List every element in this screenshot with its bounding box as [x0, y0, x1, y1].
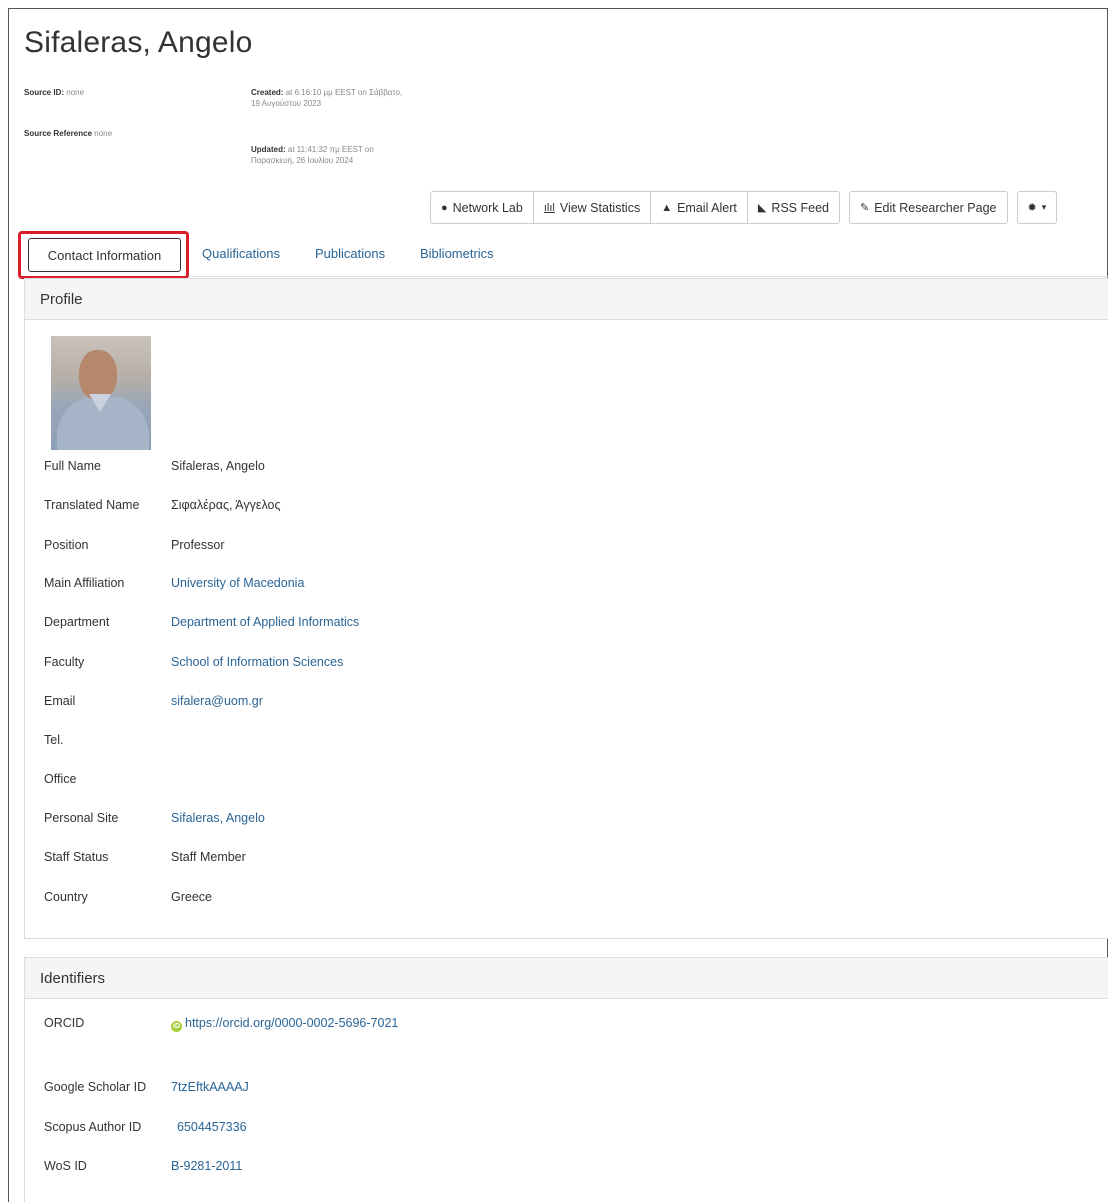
orcid-icon: iD — [171, 1021, 182, 1032]
view-statistics-button[interactable]: ılıl View Statistics — [532, 191, 652, 224]
rss-feed-label: RSS Feed — [771, 200, 829, 215]
label-scopus: Scopus Author ID — [44, 1120, 142, 1134]
value-position: Professor — [171, 538, 225, 552]
bell-icon: ▲ — [661, 201, 673, 214]
link-orcid[interactable]: iD https://orcid.org/0000-0002-5696-7021 — [171, 1016, 398, 1032]
email-alert-label: Email Alert — [677, 200, 737, 215]
source-id: Source ID: none — [24, 87, 84, 98]
link-email[interactable]: sifalera@uom.gr — [171, 694, 263, 708]
created-text: at 6:16:10 μμ EEST on Σάββατο, — [285, 88, 403, 97]
updated-label: Updated: — [251, 145, 286, 154]
label-country: Country — [44, 890, 88, 904]
updated-text: at 11:41:32 πμ EEST on — [287, 145, 374, 154]
identifiers-panel: Identifiers ORCID iD https://orcid.org/00… — [24, 957, 1108, 1202]
value-country: Greece — [171, 890, 212, 904]
profile-photo — [51, 336, 151, 450]
profile-heading: Profile — [25, 279, 1108, 320]
updated-info: Updated: at 11:41:32 πμ EEST on Παρασκευ… — [251, 144, 374, 166]
link-google-scholar[interactable]: 7tzEftkAAAAJ — [171, 1080, 249, 1094]
tab-contact-information[interactable]: Contact Information — [28, 238, 181, 272]
rss-icon: ◣ — [757, 202, 767, 214]
source-id-label: Source ID: — [24, 88, 65, 97]
label-position: Position — [44, 538, 89, 552]
view-statistics-label: View Statistics — [559, 200, 641, 215]
updated-date: Παρασκευή, 26 Ιουλίου 2024 — [251, 156, 354, 165]
label-faculty: Faculty — [44, 655, 85, 669]
bar-chart-icon: ılıl — [543, 201, 555, 214]
profile-panel: Profile Full Name Sifaleras, Angelo Tran… — [24, 278, 1108, 939]
orcid-url: https://orcid.org/0000-0002-5696-7021 — [185, 1016, 399, 1030]
created-label: Created: — [251, 88, 284, 97]
label-main-affiliation: Main Affiliation — [44, 576, 125, 590]
edit-icon: ✎ — [859, 202, 870, 214]
label-translated-name: Translated Name — [44, 498, 140, 512]
label-office: Office — [44, 772, 77, 786]
edit-researcher-page-label: Edit Researcher Page — [874, 200, 997, 215]
label-tel: Tel. — [44, 733, 64, 747]
value-staff-status: Staff Member — [171, 850, 246, 864]
link-main-affiliation[interactable]: University of Macedonia — [171, 576, 304, 590]
chevron-down-icon: ▾ — [1041, 202, 1047, 212]
label-email: Email — [44, 694, 76, 708]
label-orcid: ORCID — [44, 1016, 85, 1030]
label-department: Department — [44, 615, 110, 629]
gear-icon: ✹ — [1027, 202, 1037, 214]
researcher-toolbar: ● Network Lab ılıl View Statistics ▲ Ema… — [430, 191, 1058, 224]
page-title: Sifaleras, Angelo — [24, 26, 253, 59]
identifiers-heading: Identifiers — [25, 958, 1108, 999]
settings-dropdown-button[interactable]: ✹ ▾ — [1016, 191, 1058, 224]
label-google-scholar: Google Scholar ID — [44, 1080, 147, 1094]
label-full-name: Full Name — [44, 459, 101, 473]
link-personal-site[interactable]: Sifaleras, Angelo — [171, 811, 265, 825]
link-wos[interactable]: B-9281-2011 — [171, 1159, 242, 1173]
tab-qualifications[interactable]: Qualifications — [202, 246, 280, 261]
source-ref-label: Source Reference — [24, 129, 93, 138]
label-personal-site: Personal Site — [44, 811, 119, 825]
created-info: Created: at 6:16:10 μμ EEST on Σάββατο, … — [251, 87, 402, 109]
tab-publications[interactable]: Publications — [315, 246, 385, 261]
globe-icon: ● — [441, 201, 448, 214]
link-department[interactable]: Department of Applied Informatics — [171, 615, 359, 629]
created-date: 19 Αυγούστου 2023 — [251, 99, 322, 108]
source-reference: Source Reference none — [24, 128, 112, 139]
network-lab-label: Network Lab — [452, 200, 523, 215]
source-ref-value: none — [94, 129, 113, 138]
label-wos: WoS ID — [44, 1159, 87, 1173]
tab-bibliometrics[interactable]: Bibliometrics — [420, 246, 494, 261]
link-scopus[interactable]: 6504457336 — [177, 1120, 247, 1134]
rss-feed-button[interactable]: ◣ RSS Feed — [746, 191, 840, 224]
label-staff-status: Staff Status — [44, 850, 109, 864]
link-faculty[interactable]: School of Information Sciences — [171, 655, 343, 669]
email-alert-button[interactable]: ▲ Email Alert — [650, 191, 748, 224]
network-lab-button[interactable]: ● Network Lab — [430, 191, 534, 224]
edit-researcher-page-button[interactable]: ✎ Edit Researcher Page — [848, 191, 1008, 224]
source-id-value: none — [66, 88, 85, 97]
value-full-name: Sifaleras, Angelo — [171, 459, 265, 473]
value-translated-name: Σιφαλέρας, Άγγελος — [171, 498, 281, 512]
